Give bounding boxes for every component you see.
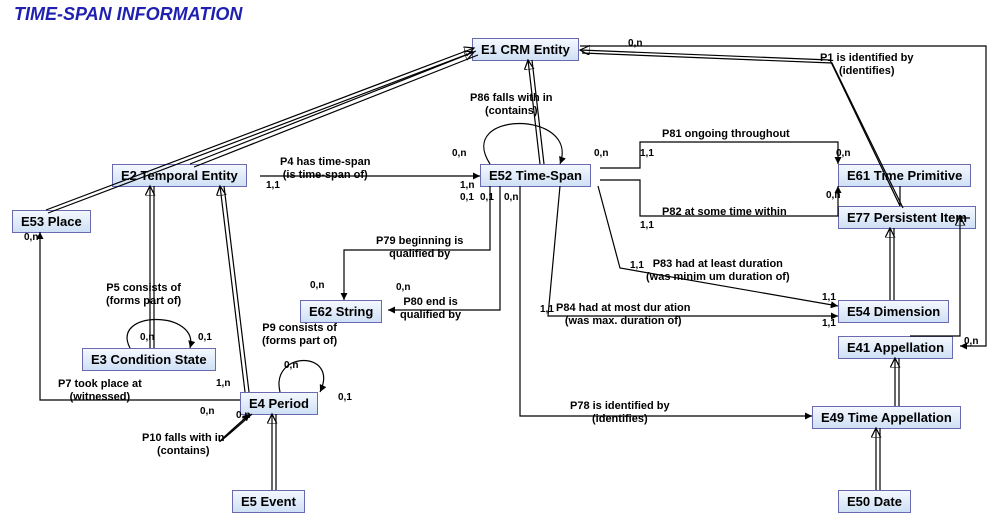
rel-p80: P80 end isqualified by (400, 296, 461, 321)
card: 1,n (460, 180, 474, 191)
rel-p86: P86 falls with in(contains) (470, 92, 553, 117)
rel-p10: P10 falls with in(contains) (142, 432, 225, 457)
entity-e4: E4 Period (240, 392, 318, 415)
card: 0,n (200, 406, 214, 417)
card: 0,n (628, 38, 642, 49)
card: 1,1 (266, 180, 280, 191)
entity-e3: E3 Condition State (82, 348, 216, 371)
rel-p1: P1 is identified by(identifies) (820, 52, 914, 77)
card: 0,1 (198, 332, 212, 343)
entity-e2: E2 Temporal Entity (112, 164, 247, 187)
diagram-title: TIME-SPAN INFORMATION (14, 4, 242, 25)
card: 0,n (396, 282, 410, 293)
rel-p81: P81 ongoing throughout (662, 128, 790, 141)
entity-e1: E1 CRM Entity (472, 38, 579, 61)
card: 0,1 (480, 192, 494, 203)
rel-p79: P79 beginning isqualified by (376, 235, 463, 260)
rel-p84: P84 had at most dur ation(was max. durat… (556, 302, 690, 327)
card: 1,n (216, 378, 230, 389)
card: 0,1 (338, 392, 352, 403)
card: 0,n (452, 148, 466, 159)
card: 0,n (236, 410, 250, 421)
rel-p4: P4 has time-span(is time-span of) (280, 156, 370, 181)
card: 1,1 (640, 148, 654, 159)
entity-e5: E5 Event (232, 490, 305, 513)
entity-e62: E62 String (300, 300, 382, 323)
card: 0,n (504, 192, 518, 203)
entity-e53: E53 Place (12, 210, 91, 233)
card: 0,n (140, 332, 154, 343)
rel-p7: P7 took place at(witnessed) (58, 378, 142, 403)
card: 0,n (826, 190, 840, 201)
card: 0,n (24, 232, 38, 243)
entity-e49: E49 Time Appellation (812, 406, 961, 429)
card: 0,1 (460, 192, 474, 203)
card: 1,1 (630, 260, 644, 271)
card: 0,n (836, 148, 850, 159)
card: 1,1 (640, 220, 654, 231)
entity-e52: E52 Time-Span (480, 164, 591, 187)
card: 0,n (594, 148, 608, 159)
card: 1,1 (822, 318, 836, 329)
card: 0,n (964, 336, 978, 347)
entity-e61: E61 Time Primitive (838, 164, 971, 187)
entity-e41: E41 Appellation (838, 336, 953, 359)
rel-p82: P82 at some time within (662, 206, 787, 219)
rel-p83: P83 had at least duration(was minim um d… (646, 258, 790, 283)
rel-p5: P5 consists of(forms part of) (106, 282, 181, 307)
card: 0,n (284, 360, 298, 371)
entity-e50: E50 Date (838, 490, 911, 513)
entity-e77: E77 Persistent Item (838, 206, 976, 229)
card: 1,1 (822, 292, 836, 303)
card: 0,n (310, 280, 324, 291)
rel-p9: P9 consists of(forms part of) (262, 322, 337, 347)
card: 1,1 (540, 304, 554, 315)
entity-e54: E54 Dimension (838, 300, 949, 323)
rel-p78: P78 is identified by(identifies) (570, 400, 670, 425)
